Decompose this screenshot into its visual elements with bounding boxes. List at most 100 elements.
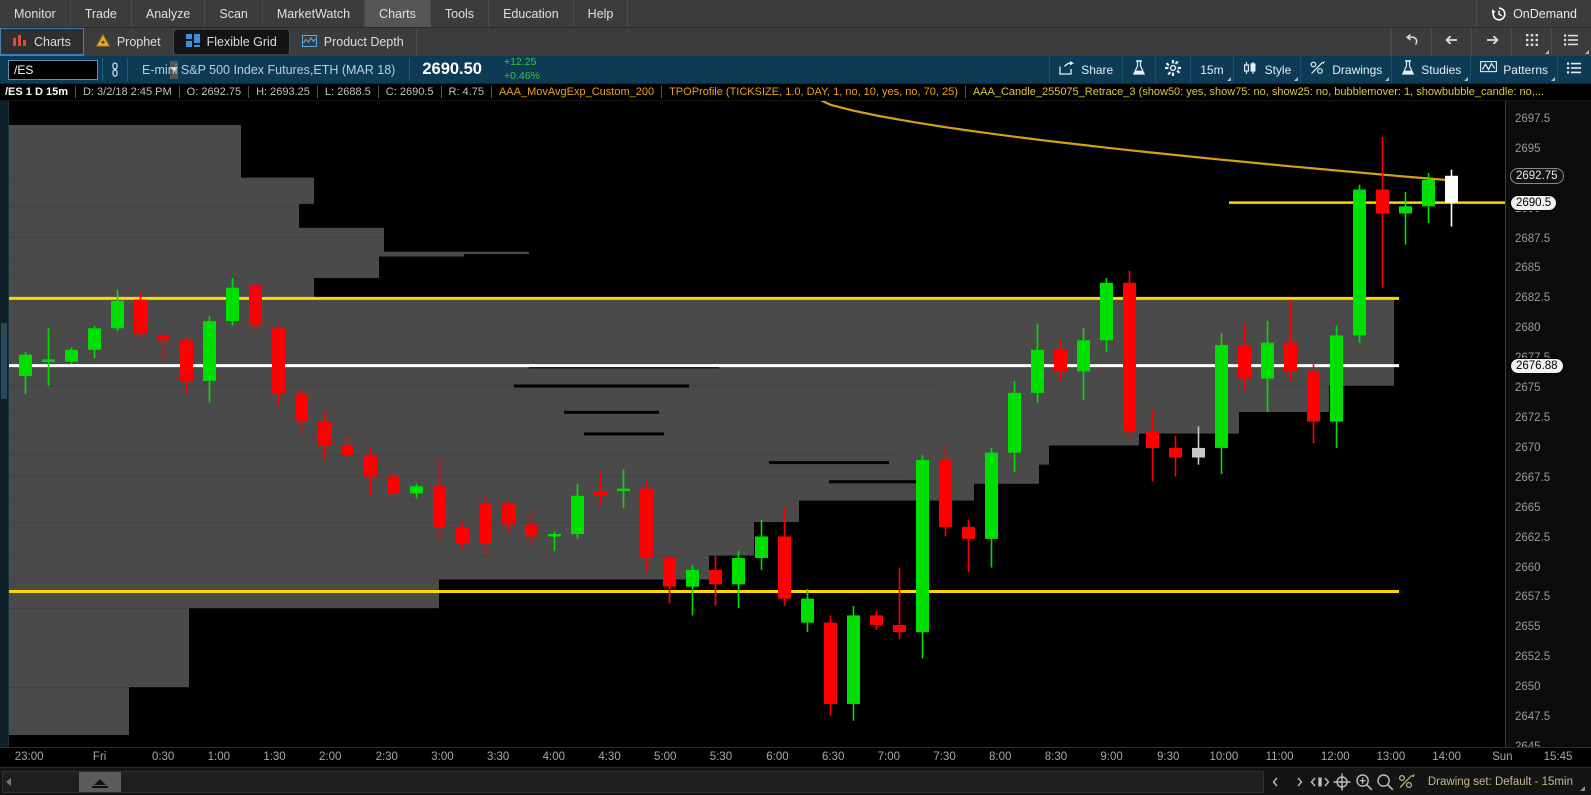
style-button[interactable]: Style bbox=[1232, 56, 1301, 83]
candle bbox=[755, 519, 768, 570]
menu-item-analyze[interactable]: Analyze bbox=[132, 0, 206, 27]
horizontal-scrollbar[interactable] bbox=[2, 770, 1265, 793]
arrow-left-icon bbox=[1444, 33, 1460, 52]
resize-corner-icon bbox=[1579, 785, 1585, 791]
candle-body bbox=[1238, 345, 1251, 379]
pan-button[interactable] bbox=[1310, 771, 1332, 793]
studies-label: Studies bbox=[1421, 62, 1462, 77]
warning-triangle-icon bbox=[95, 33, 110, 50]
time-axis[interactable]: 23:00 Fri 0:30 1:00 1:30 2:00 2:30 3:00 3:30 4:00… bbox=[0, 747, 1591, 767]
candle-body bbox=[801, 598, 814, 623]
candle bbox=[1376, 136, 1389, 288]
grid-layout-button[interactable] bbox=[1511, 28, 1551, 56]
price-change: +12.25 +0.46% bbox=[494, 56, 550, 83]
candle-body bbox=[985, 452, 998, 539]
pan-icon bbox=[1310, 777, 1330, 786]
time-axis-tick: 9:00 bbox=[1100, 751, 1123, 763]
price-axis-tick: 2665 bbox=[1515, 501, 1541, 514]
grid-dots-icon bbox=[1525, 33, 1539, 52]
menu-item-education[interactable]: Education bbox=[489, 0, 574, 27]
time-axis-tick: Fri bbox=[92, 751, 107, 763]
forward-button[interactable] bbox=[1471, 28, 1511, 56]
chart-right-toolbar bbox=[1391, 28, 1591, 56]
collapse-bar-icon bbox=[92, 785, 108, 788]
link-icon[interactable] bbox=[103, 56, 127, 83]
list-icon bbox=[1564, 33, 1579, 52]
time-axis-tick: 7:30 bbox=[933, 751, 956, 763]
chart-menu-button[interactable] bbox=[1557, 56, 1591, 83]
settings-button[interactable] bbox=[1155, 56, 1190, 83]
candle-body bbox=[962, 526, 975, 539]
crosshair-button[interactable] bbox=[1331, 771, 1353, 793]
symbol-entry bbox=[0, 56, 178, 83]
drawing-set-status[interactable]: Drawing set: Default - 15min bbox=[1428, 776, 1585, 791]
candle bbox=[1307, 364, 1320, 444]
studies-flask-button[interactable] bbox=[1122, 56, 1155, 83]
ohlc-low: L: 2688.5 bbox=[316, 86, 378, 98]
candle-body bbox=[42, 359, 55, 362]
candle bbox=[916, 455, 929, 659]
ondemand-button[interactable]: OnDemand bbox=[1477, 0, 1591, 27]
time-axis-tick: 15:45 bbox=[1543, 751, 1573, 763]
zoom-in-button[interactable] bbox=[1353, 771, 1375, 793]
timeframe-label: 15m bbox=[1200, 62, 1224, 77]
studies-button[interactable]: Studies bbox=[1391, 56, 1470, 83]
candle bbox=[1445, 169, 1458, 227]
price-axis-tick: 2680 bbox=[1515, 322, 1541, 335]
patterns-button[interactable]: Patterns bbox=[1470, 56, 1557, 83]
zoom-out-button[interactable] bbox=[1375, 771, 1397, 793]
price-plot[interactable] bbox=[9, 101, 1505, 747]
scroll-step-left-button[interactable] bbox=[1266, 771, 1288, 793]
chart-vertical-scrollbar[interactable] bbox=[0, 101, 9, 747]
scroll-left-icon[interactable] bbox=[6, 777, 11, 786]
price-axis-tick: 2687.5 bbox=[1515, 232, 1551, 245]
candle bbox=[985, 447, 998, 568]
candle bbox=[870, 610, 883, 630]
candle-body bbox=[548, 534, 561, 537]
price-axis-tick: 2670 bbox=[1515, 441, 1541, 454]
menu-item-monitor[interactable]: Monitor bbox=[0, 0, 71, 27]
tab-prophet[interactable]: Prophet bbox=[84, 28, 174, 56]
undo-button[interactable] bbox=[1391, 28, 1431, 56]
candle-body bbox=[1399, 206, 1412, 214]
scroll-step-right-button[interactable] bbox=[1288, 771, 1310, 793]
profile-row bbox=[9, 177, 314, 207]
tab-product-depth[interactable]: Product Depth bbox=[290, 28, 417, 56]
candle-body bbox=[1353, 189, 1366, 336]
menu-item-help[interactable]: Help bbox=[574, 0, 629, 27]
menu-label: Analyze bbox=[145, 6, 191, 21]
menu-item-tools[interactable]: Tools bbox=[431, 0, 490, 27]
study-label-candle-retrace[interactable]: AAA_Candle_255075_Retrace_3 (show50: yes… bbox=[964, 86, 1551, 98]
tab-flexible-grid[interactable]: Flexible Grid bbox=[173, 30, 290, 54]
drawings-button[interactable]: Drawings bbox=[1300, 56, 1391, 83]
share-button[interactable]: Share bbox=[1049, 56, 1122, 83]
menu-item-marketwatch[interactable]: MarketWatch bbox=[263, 0, 366, 27]
menu-list-button[interactable] bbox=[1551, 28, 1591, 56]
timeframe-button[interactable]: 15m bbox=[1190, 56, 1232, 83]
thinkorswim-window: Monitor Trade Analyze Scan MarketWatch C… bbox=[0, 0, 1591, 795]
menu-item-scan[interactable]: Scan bbox=[205, 0, 263, 27]
chart-status-bar: Drawing set: Default - 15min bbox=[0, 767, 1591, 795]
price-axis-tick: 2650 bbox=[1515, 681, 1541, 694]
back-button[interactable] bbox=[1431, 28, 1471, 56]
study-label-tpoprofile[interactable]: TPOProfile (TICKSIZE, 1.0, DAY, 1, no, 1… bbox=[661, 86, 965, 98]
tab-charts[interactable]: Charts bbox=[0, 28, 84, 56]
clock-rewind-icon bbox=[1491, 6, 1507, 22]
chart-canvas-area[interactable] bbox=[0, 101, 1591, 747]
scroll-thumb[interactable] bbox=[79, 771, 121, 792]
study-label-movavg[interactable]: AAA_MovAvgExp_Custom_200 bbox=[490, 86, 661, 98]
candle-body bbox=[1192, 447, 1205, 458]
candle-body bbox=[1100, 282, 1113, 341]
candle bbox=[824, 615, 837, 716]
drawing-tools-button[interactable] bbox=[1396, 771, 1418, 793]
menu-label: Education bbox=[503, 6, 559, 21]
price-axis[interactable]: 2697.526952692.526902687.526852682.52680… bbox=[1505, 101, 1591, 753]
price-axis-tick: 2675 bbox=[1515, 382, 1541, 395]
profile-row bbox=[9, 608, 189, 688]
menu-item-charts[interactable]: Charts bbox=[365, 0, 431, 27]
scrollbar-thumb[interactable] bbox=[1, 323, 7, 399]
menu-item-trade[interactable]: Trade bbox=[71, 0, 132, 27]
time-axis-tick: 14:00 bbox=[1432, 751, 1461, 763]
symbol-input-box[interactable] bbox=[8, 59, 178, 80]
time-axis-tick: 13:00 bbox=[1376, 751, 1406, 763]
